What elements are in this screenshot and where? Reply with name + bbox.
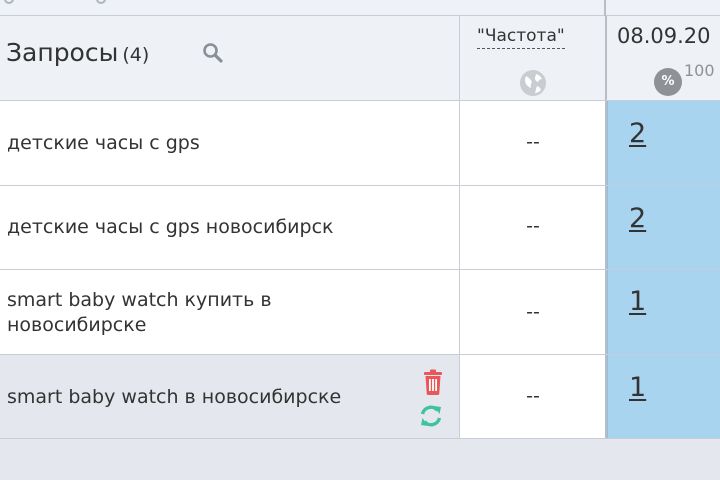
frequency-value: --	[526, 131, 540, 153]
position-link[interactable]: 2	[629, 203, 646, 234]
percent-value: 100	[684, 61, 715, 80]
frequency-cell: --	[459, 101, 607, 185]
frequency-cell: --	[459, 186, 607, 269]
queries-title: Запросы (4)	[6, 38, 149, 67]
keyword-text: smart baby watch в новосибирске	[7, 386, 342, 408]
search-icon[interactable]	[201, 41, 225, 65]
position-cell: 1	[607, 270, 720, 354]
keyword-cell: детские часы с gps	[0, 101, 459, 185]
keyword-cell: smart baby watch купить в новосибирске	[0, 270, 459, 354]
keyword-text: smart baby watch купить в новосибирске	[7, 289, 272, 336]
frequency-value: --	[526, 385, 540, 407]
frequency-cell: --	[459, 270, 607, 354]
globe-icon[interactable]	[518, 68, 548, 98]
table-row: smart baby watch купить в новосибирске -…	[0, 270, 720, 355]
date-header[interactable]: 08.09.20	[617, 24, 711, 48]
date-header-cell: 08.09.20 % 100	[607, 16, 720, 100]
trash-icon[interactable]	[421, 369, 445, 395]
table-row: детские часы с gps -- 2	[0, 101, 720, 186]
position-link[interactable]: 1	[629, 372, 646, 403]
frequency-header[interactable]: "Частота"	[477, 24, 565, 49]
top-strip	[0, 0, 720, 16]
table-header: Запросы (4) "Частота" 08.09.20 % 100	[0, 16, 720, 101]
table-row: детские часы с gps новосибирск -- 2	[0, 186, 720, 270]
position-link[interactable]: 2	[629, 118, 646, 149]
queries-title-text: Запросы	[6, 38, 119, 67]
frequency-header-cell: "Частота"	[459, 16, 607, 100]
position-cell: 1	[607, 355, 720, 438]
percent-badge[interactable]: %	[654, 68, 682, 96]
truncated-icon	[4, 0, 14, 4]
table-row: smart baby watch в новосибирске -- 1	[0, 355, 720, 439]
queries-count: (4)	[122, 44, 150, 66]
keyword-text: детские часы с gps новосибирск	[7, 216, 334, 238]
truncated-icon	[96, 0, 106, 4]
keyword-text: детские часы с gps	[7, 132, 200, 154]
frequency-cell: --	[459, 355, 607, 438]
keyword-cell: smart baby watch в новосибирске	[0, 355, 459, 438]
frequency-value: --	[526, 301, 540, 323]
position-cell: 2	[607, 186, 720, 269]
top-strip-left	[0, 0, 606, 16]
position-cell: 2	[607, 101, 720, 185]
position-link[interactable]: 1	[629, 286, 646, 317]
queries-header-cell: Запросы (4)	[0, 16, 459, 100]
frequency-value: --	[526, 215, 540, 237]
refresh-icon[interactable]	[418, 403, 444, 429]
keyword-cell: детские часы с gps новосибирск	[0, 186, 459, 269]
